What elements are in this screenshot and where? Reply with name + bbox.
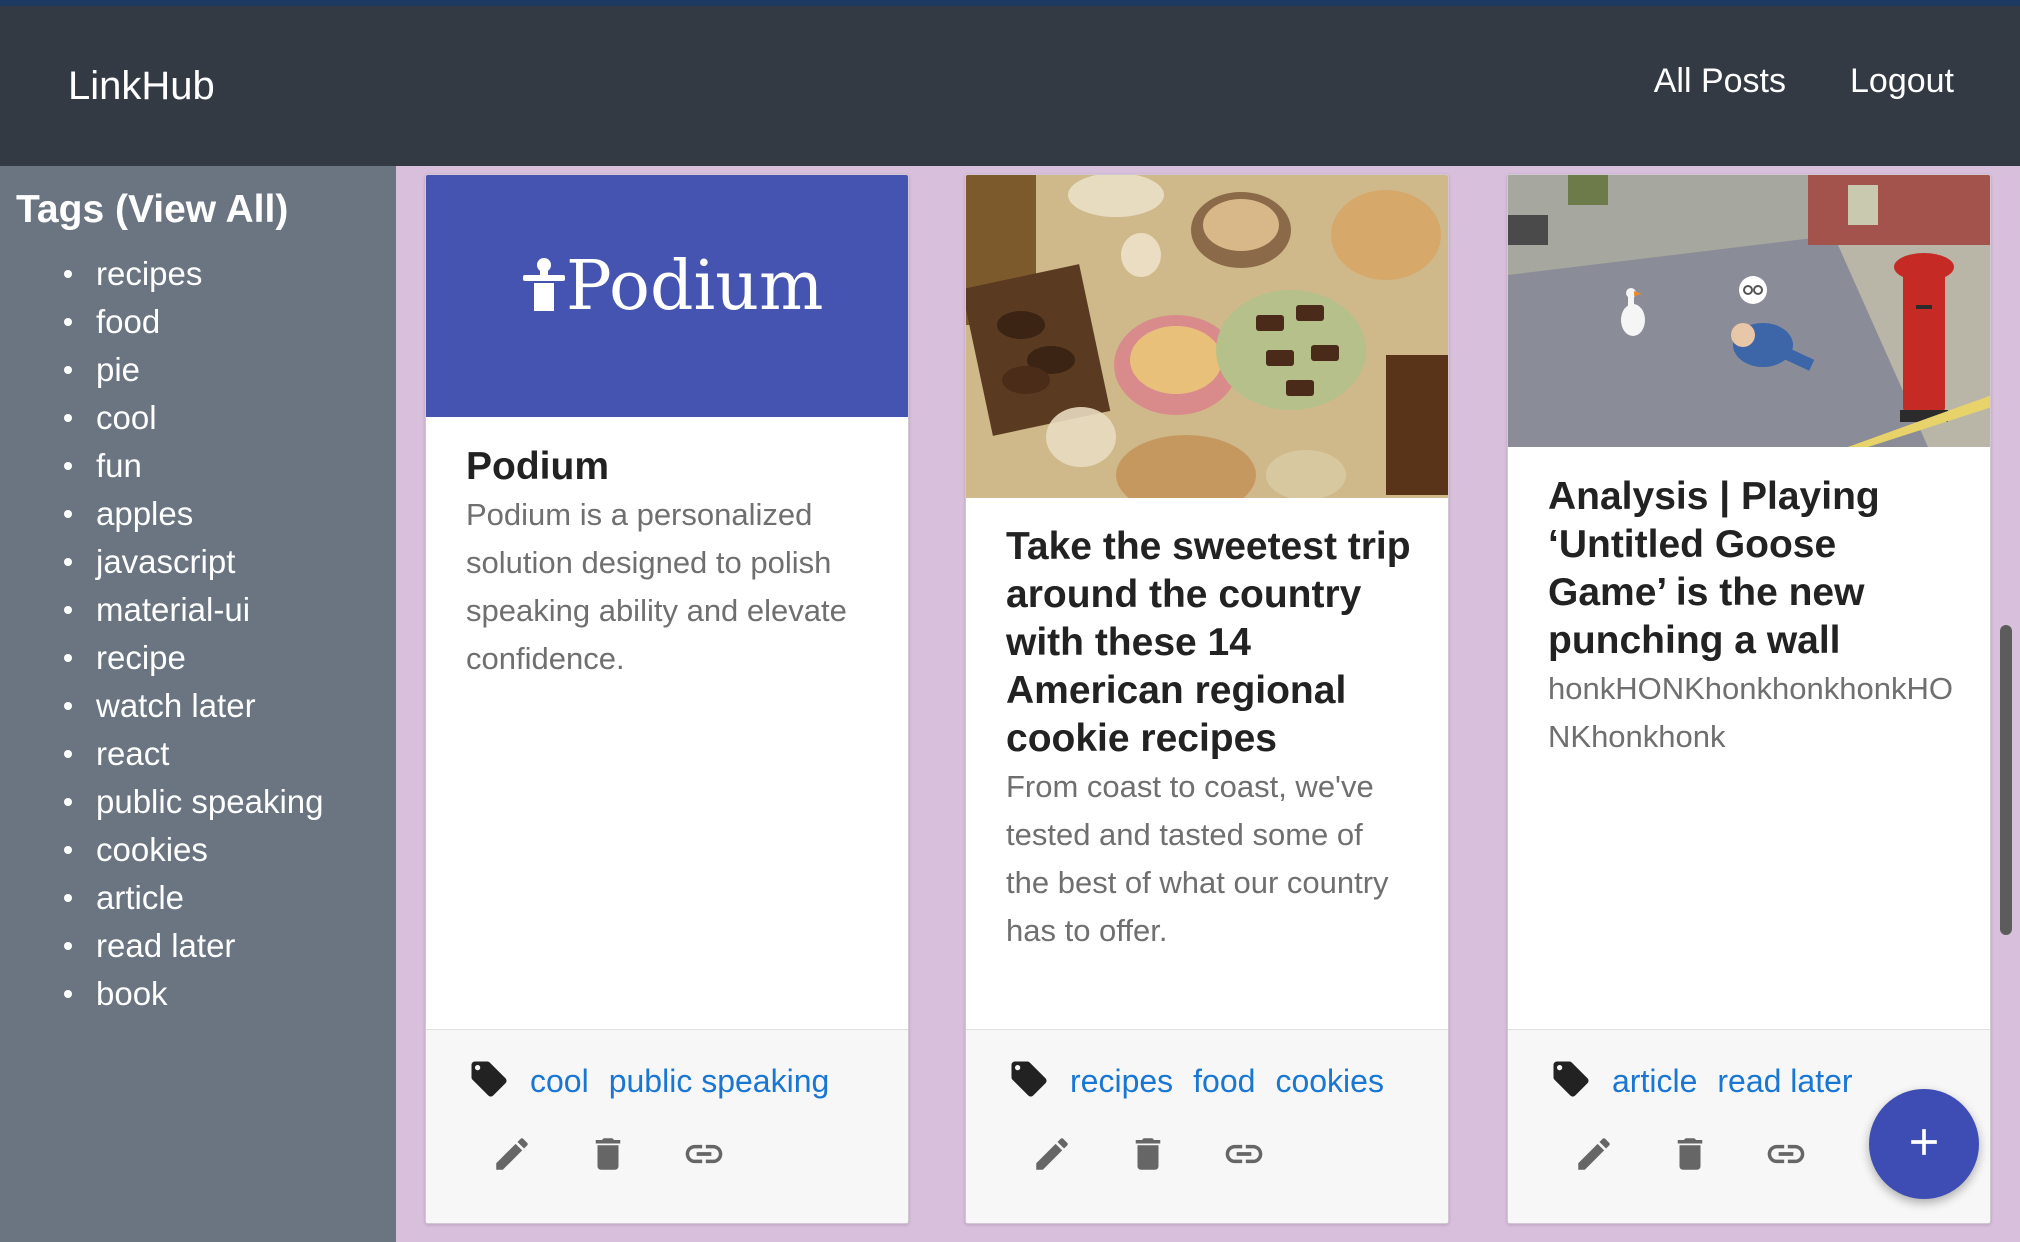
- sidebar-tag-material-ui[interactable]: material-ui: [64, 586, 324, 634]
- post-content: Podium Podium is a personalized solution…: [466, 443, 874, 683]
- nav-logout[interactable]: Logout: [1850, 62, 1954, 101]
- edit-button[interactable]: [1572, 1134, 1616, 1178]
- sidebar-tag-book[interactable]: book: [64, 970, 324, 1018]
- post-card: Take the sweetest trip around the countr…: [965, 174, 1449, 1224]
- post-tag-read-later[interactable]: read later: [1717, 1063, 1852, 1100]
- post-description: honkHONKhonkhonkhonkHONKhonkhonk: [1548, 671, 1953, 754]
- post-content: Take the sweetest trip around the countr…: [1006, 523, 1414, 955]
- sidebar-tag-fun[interactable]: fun: [64, 442, 324, 490]
- post-description: From coast to coast, we've tested and ta…: [1006, 769, 1389, 948]
- goose-game-illustration: [1508, 175, 1990, 447]
- post-tag-row: recipes food cookies: [1008, 1058, 1384, 1105]
- post-footer: recipes food cookies: [966, 1029, 1448, 1223]
- podium-logo-text: Podium: [566, 247, 824, 326]
- post-content: Analysis | Playing ‘Untitled Goose Game’…: [1548, 473, 1956, 761]
- tag-icon: [1008, 1058, 1050, 1105]
- open-link-button[interactable]: [1222, 1134, 1266, 1178]
- post-tag-cool[interactable]: cool: [530, 1063, 589, 1100]
- sidebar-tag-javascript[interactable]: javascript: [64, 538, 324, 586]
- post-card: Analysis | Playing ‘Untitled Goose Game’…: [1507, 174, 1991, 1224]
- plus-icon: [1902, 1120, 1946, 1169]
- post-tag-food[interactable]: food: [1193, 1063, 1255, 1100]
- sidebar-tag-apples[interactable]: apples: [64, 490, 324, 538]
- sidebar-tag-article[interactable]: article: [64, 874, 324, 922]
- sidebar-tag-react[interactable]: react: [64, 730, 324, 778]
- sidebar-tag-watch-later[interactable]: watch later: [64, 682, 324, 730]
- post-tag-public-speaking[interactable]: public speaking: [609, 1063, 830, 1100]
- podium-logo-image[interactable]: Podium: [426, 175, 908, 417]
- post-actions: [1572, 1134, 1808, 1178]
- sidebar-tag-food[interactable]: food: [64, 298, 324, 346]
- post-tags: cool public speaking: [530, 1063, 829, 1100]
- post-tag-row: cool public speaking: [468, 1058, 829, 1105]
- link-icon: [1764, 1132, 1808, 1181]
- post-title[interactable]: Take the sweetest trip around the countr…: [1006, 523, 1414, 763]
- sidebar-tag-recipe[interactable]: recipe: [64, 634, 324, 682]
- sidebar-tag-cookies[interactable]: cookies: [64, 826, 324, 874]
- tag-icon: [468, 1058, 510, 1105]
- trash-icon: [587, 1133, 629, 1180]
- pencil-icon: [1031, 1133, 1073, 1180]
- link-icon: [1222, 1132, 1266, 1181]
- sidebar-tag-public-speaking[interactable]: public speaking: [64, 778, 324, 826]
- sidebar-tag-cool[interactable]: cool: [64, 394, 324, 442]
- tags-sidebar: Tags (View All) recipes food pie cool fu…: [0, 166, 396, 1242]
- tag-list: recipes food pie cool fun apples javascr…: [64, 250, 324, 1018]
- podium-logo: Podium: [523, 247, 824, 326]
- post-footer: cool public speaking: [426, 1029, 908, 1223]
- link-icon: [682, 1132, 726, 1181]
- delete-button[interactable]: [1668, 1134, 1712, 1178]
- sidebar-tag-recipes[interactable]: recipes: [64, 250, 324, 298]
- sidebar-tag-read-later[interactable]: read later: [64, 922, 324, 970]
- cookies-illustration: [966, 175, 1448, 498]
- post-tag-article[interactable]: article: [1612, 1063, 1697, 1100]
- post-description: Podium is a personalized solution design…: [466, 497, 847, 676]
- delete-button[interactable]: [586, 1134, 630, 1178]
- post-actions: [1030, 1134, 1266, 1178]
- nav-all-posts[interactable]: All Posts: [1654, 62, 1786, 101]
- post-tag-recipes[interactable]: recipes: [1070, 1063, 1173, 1100]
- page-scrollbar[interactable]: [2000, 625, 2012, 935]
- post-tags: recipes food cookies: [1070, 1063, 1384, 1100]
- post-actions: [490, 1134, 726, 1178]
- post-title[interactable]: Analysis | Playing ‘Untitled Goose Game’…: [1548, 473, 1956, 665]
- brand-title[interactable]: LinkHub: [68, 64, 215, 109]
- cookies-photo[interactable]: [966, 175, 1448, 498]
- pencil-icon: [491, 1133, 533, 1180]
- post-card: Podium Podium Podium is a personalized s…: [425, 174, 909, 1224]
- open-link-button[interactable]: [1764, 1134, 1808, 1178]
- post-tag-cookies[interactable]: cookies: [1275, 1063, 1384, 1100]
- pencil-icon: [1573, 1133, 1615, 1180]
- edit-button[interactable]: [490, 1134, 534, 1178]
- trash-icon: [1669, 1133, 1711, 1180]
- add-post-button[interactable]: [1869, 1089, 1979, 1199]
- tag-icon: [1550, 1058, 1592, 1105]
- post-tag-row: article read later: [1550, 1058, 1853, 1105]
- sidebar-tag-pie[interactable]: pie: [64, 346, 324, 394]
- tags-heading[interactable]: Tags (View All): [16, 188, 288, 232]
- edit-button[interactable]: [1030, 1134, 1074, 1178]
- goose-game-image[interactable]: [1508, 175, 1990, 447]
- app-bar: LinkHub All Posts Logout: [0, 6, 2020, 166]
- delete-button[interactable]: [1126, 1134, 1170, 1178]
- top-nav: All Posts Logout: [1654, 62, 1954, 101]
- post-tags: article read later: [1612, 1063, 1853, 1100]
- open-link-button[interactable]: [682, 1134, 726, 1178]
- trash-icon: [1127, 1133, 1169, 1180]
- post-title[interactable]: Podium: [466, 443, 874, 491]
